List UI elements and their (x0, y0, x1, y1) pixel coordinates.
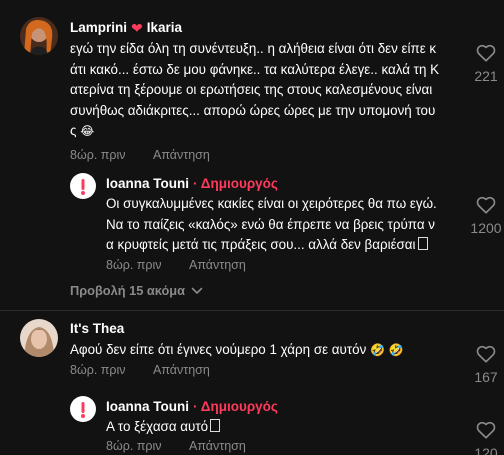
comment-meta: 8ώρ. πριν Απάντηση (106, 258, 246, 272)
comment-text-line: α κρυφτείς μετά τις πράξεις σου... αλλά … (106, 237, 416, 252)
heart-outline-icon[interactable] (476, 345, 496, 363)
rolling-laughing-emoji-icon: 🤣 (388, 343, 404, 357)
reply-button[interactable]: Απάντηση (153, 363, 210, 377)
missing-emoji-icon (210, 419, 221, 432)
comment-text-line: ς (70, 123, 77, 138)
author-name[interactable]: Ioanna Touni (106, 399, 189, 414)
heart-outline-icon[interactable] (476, 421, 496, 439)
avatar[interactable] (70, 173, 96, 199)
comment-author[interactable]: It's Thea (70, 321, 124, 336)
like-count: 120 (474, 445, 498, 455)
comment-text: εγώ την είδα όλη τη συνέντευξη.. η αλήθε… (70, 39, 470, 142)
comment-time: 8ώρ. πριν (106, 258, 162, 272)
reply-button[interactable]: Απάντηση (153, 148, 210, 162)
reply-button[interactable]: Απάντηση (189, 258, 246, 272)
avatar[interactable] (70, 396, 96, 422)
comment-meta: 8ώρ. πριν Απάντηση (106, 439, 246, 453)
heart-outline-icon[interactable] (476, 196, 496, 214)
comment-text-line: Οι συγκαλυμμένες κακίες είναι οι χειρότε… (106, 196, 437, 211)
author-name[interactable]: It's Thea (70, 321, 124, 336)
author-name[interactable]: Lamprini (70, 20, 127, 35)
author-suffix: Ikaria (146, 20, 183, 35)
comment-text-line: εγώ την είδα όλη τη συνέντευξη.. η αλήθε… (70, 41, 437, 56)
like-button[interactable]: 120 (466, 421, 504, 455)
view-more-label[interactable]: Προβολή 15 ακόμα (70, 283, 185, 298)
comment-text: Αφού δεν είπε ότι έγινες νούμερο 1 χάρη … (70, 340, 460, 361)
creator-badge: · Δημιουργός (193, 399, 278, 414)
chevron-down-icon[interactable] (191, 287, 203, 295)
view-more-replies-button[interactable]: Προβολή 15 ακόμα (70, 283, 203, 298)
like-button[interactable]: 1200 (466, 196, 504, 236)
like-count: 1200 (470, 220, 502, 236)
comment-item: Lamprini ❤ Ikaria εγώ την είδα όλη τη συ… (0, 0, 504, 170)
creator-badge: · Δημιουργός (193, 176, 278, 191)
reply-button[interactable]: Απάντηση (189, 439, 246, 453)
heart-outline-icon[interactable] (476, 44, 496, 62)
comment-meta: 8ώρ. πριν Απάντηση (70, 148, 210, 162)
comment-text-line: Α το ξέχασα αυτό (106, 419, 209, 434)
comment-time: 8ώρ. πριν (70, 148, 126, 162)
author-name[interactable]: Ioanna Touni (106, 176, 189, 191)
comment-time: 8ώρ. πριν (106, 439, 162, 453)
comment-text-line: Να το παίζεις «καλός» ενώ θα έπρεπε να β… (106, 216, 435, 232)
like-button[interactable]: 221 (466, 44, 504, 84)
avatar[interactable] (20, 319, 58, 357)
comment-author[interactable]: Ioanna Touni · Δημιουργός (106, 176, 278, 191)
comment-text-line: άτι κακό... έστω δε μου φάνηκε.. τα καλύ… (70, 61, 440, 77)
avatar[interactable] (20, 17, 58, 55)
reply-item: Ioanna Touni · Δημιουργός Α το ξέχασα αυ… (0, 393, 504, 455)
comments-panel: Lamprini ❤ Ikaria εγώ την είδα όλη τη συ… (0, 0, 504, 455)
divider (0, 310, 504, 311)
comment-text-line: συνήθως αδιάκριτες... απορώ ώρες ώρες με… (70, 102, 436, 118)
laughing-emoji-icon: 😂 (80, 124, 95, 138)
comment-meta: 8ώρ. πριν Απάντηση (70, 363, 210, 377)
rolling-laughing-emoji-icon: 🤣 (370, 343, 385, 357)
comment-text: Α το ξέχασα αυτό (106, 417, 446, 438)
like-button[interactable]: 167 (466, 345, 504, 385)
comment-text-line: Αφού δεν είπε ότι έγινες νούμερο 1 χάρη … (70, 342, 367, 357)
comment-text-line: ατερίνα τη ξέρουμε οι ερωτήσεις της στου… (70, 82, 433, 97)
reply-item: Ioanna Touni · Δημιουργός Οι συγκαλυμμέν… (0, 170, 504, 280)
comment-time: 8ώρ. πριν (70, 363, 126, 377)
heart-icon: ❤ (131, 19, 143, 36)
comment-text: Οι συγκαλυμμένες κακίες είναι οι χειρότε… (106, 194, 466, 256)
like-count: 167 (474, 369, 498, 385)
missing-emoji-icon (417, 237, 428, 250)
comment-author[interactable]: Ioanna Touni · Δημιουργός (106, 399, 278, 414)
comment-author[interactable]: Lamprini ❤ Ikaria (70, 20, 182, 35)
comment-item: It's Thea Αφού δεν είπε ότι έγινες νούμε… (0, 315, 504, 390)
like-count: 221 (474, 68, 498, 84)
